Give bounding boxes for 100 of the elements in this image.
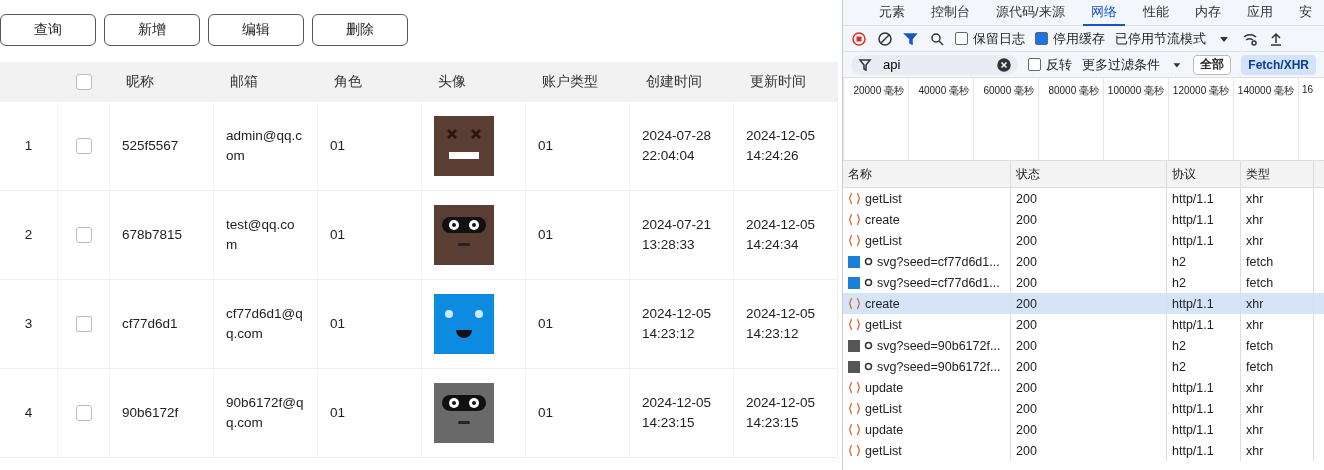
gear-icon <box>864 278 873 287</box>
timeline-label: 140000 毫秒 <box>1233 78 1298 160</box>
column-header: 创建时间 <box>630 62 734 102</box>
devtools-tab[interactable]: 安 <box>1290 0 1320 26</box>
throttling-dropdown[interactable]: 已停用节流模式 <box>1115 29 1206 48</box>
request-protocol: http/1.1 <box>1172 317 1214 332</box>
row-checkbox[interactable] <box>75 138 92 154</box>
request-status: 200 <box>1016 254 1037 269</box>
request-status: 200 <box>1016 233 1037 248</box>
request-name[interactable]: svg?seed=cf77d6d1... <box>877 275 1000 290</box>
avatar-icon <box>434 294 494 354</box>
request-name[interactable]: getList <box>865 317 902 332</box>
request-status: 200 <box>1016 359 1037 374</box>
checkbox[interactable] <box>955 32 968 45</box>
request-row[interactable]: create 200 http/1.1 xhr <box>843 293 1324 314</box>
request-row[interactable]: svg?seed=90b6172f... 200 h2 fetch <box>843 335 1324 356</box>
checkbox[interactable] <box>1035 32 1048 45</box>
request-row[interactable]: svg?seed=cf77d6d1... 200 h2 fetch <box>843 251 1324 272</box>
braces-icon <box>848 318 861 331</box>
request-row[interactable]: create 200 http/1.1 xhr <box>843 209 1324 230</box>
table-cell: 01 <box>318 369 422 458</box>
request-name[interactable]: getList <box>865 401 902 416</box>
request-row[interactable]: getList 200 http/1.1 xhr <box>843 230 1324 251</box>
request-type: xhr <box>1246 317 1264 332</box>
table-cell: 2024-12-05 14:24:26 <box>734 102 838 191</box>
select-all-checkbox[interactable] <box>76 74 92 90</box>
request-row[interactable]: update 200 http/1.1 xhr <box>843 377 1324 398</box>
request-row[interactable]: getList 200 http/1.1 xhr <box>843 188 1324 209</box>
checkbox[interactable] <box>1027 58 1041 71</box>
request-type: xhr <box>1246 380 1264 395</box>
request-name[interactable]: update <box>865 380 904 395</box>
table-cell: 01 <box>318 102 422 191</box>
request-name[interactable]: getList <box>865 443 902 458</box>
row-checkbox[interactable] <box>75 227 92 243</box>
request-name[interactable]: create <box>865 296 900 311</box>
column-header[interactable]: 状态 <box>1011 161 1167 187</box>
type-filter-button[interactable]: Fetch/XHR <box>1241 54 1316 75</box>
request-name[interactable]: update <box>865 422 904 437</box>
row-index: 4 <box>0 369 58 458</box>
column-header[interactable]: 名称 <box>843 161 1011 187</box>
request-type: xhr <box>1246 422 1264 437</box>
timeline-label: 120000 毫秒 <box>1168 78 1233 160</box>
table-cell: 01 <box>526 191 630 280</box>
request-row[interactable]: getList 200 http/1.1 xhr <box>843 440 1324 461</box>
upload-icon[interactable] <box>1268 30 1284 47</box>
devtools-tab[interactable]: 内存 <box>1186 0 1229 26</box>
request-row[interactable]: svg?seed=90b6172f... 200 h2 fetch <box>843 356 1324 377</box>
request-row[interactable]: update 200 http/1.1 xhr <box>843 419 1324 440</box>
request-protocol: http/1.1 <box>1172 422 1214 437</box>
request-status: 200 <box>1016 380 1037 395</box>
table-cell: 01 <box>318 280 422 369</box>
request-row[interactable]: getList 200 http/1.1 xhr <box>843 398 1324 419</box>
request-protocol: h2 <box>1172 254 1186 269</box>
filter-icon[interactable] <box>903 30 919 47</box>
braces-icon <box>848 423 861 436</box>
clear-icon[interactable] <box>995 56 1012 73</box>
table-cell: 01 <box>526 369 630 458</box>
table-cell: 2024-12-05 14:23:15 <box>630 369 734 458</box>
request-status: 200 <box>1016 212 1037 227</box>
request-name[interactable]: create <box>865 212 900 227</box>
request-protocol: http/1.1 <box>1172 212 1214 227</box>
request-name[interactable]: getList <box>865 233 902 248</box>
toolbar-button[interactable]: 删除 <box>312 14 408 46</box>
search-icon[interactable] <box>929 30 945 47</box>
toolbar-button[interactable]: 编辑 <box>208 14 304 46</box>
record-icon[interactable] <box>851 30 867 47</box>
timeline-label: 16 <box>1298 78 1314 160</box>
request-name[interactable]: svg?seed=90b6172f... <box>877 338 1001 353</box>
more-filters-dropdown[interactable]: 更多过滤条件 <box>1081 55 1160 74</box>
table-cell: 2024-07-21 13:28:33 <box>630 191 734 280</box>
request-protocol: h2 <box>1172 359 1186 374</box>
request-status: 200 <box>1016 401 1037 416</box>
devtools-tab[interactable]: 元素 <box>871 0 913 26</box>
toolbar-button[interactable]: 新增 <box>104 14 200 46</box>
table-cell: 90b6172f <box>110 369 214 458</box>
request-name[interactable]: getList <box>865 191 902 206</box>
filter-field[interactable]: api <box>851 54 1018 75</box>
table-cell: 90b6172f@qq.com <box>214 369 318 458</box>
column-header[interactable]: 类型 <box>1241 161 1314 187</box>
filter-icon[interactable] <box>857 56 873 73</box>
request-row[interactable]: getList 200 http/1.1 xhr <box>843 314 1324 335</box>
filter-input[interactable]: api <box>881 56 988 73</box>
type-filter-button[interactable]: 全部 <box>1193 54 1232 75</box>
devtools-tab[interactable]: 源代码/来源 <box>988 0 1073 26</box>
avatar-icon <box>434 116 494 176</box>
column-header: 邮箱 <box>214 62 318 102</box>
column-header[interactable]: 协议 <box>1167 161 1241 187</box>
braces-icon <box>848 444 861 457</box>
row-checkbox[interactable] <box>75 316 92 332</box>
devtools-tab[interactable]: 性能 <box>1134 0 1177 26</box>
request-protocol: http/1.1 <box>1172 296 1214 311</box>
request-type: fetch <box>1246 254 1274 269</box>
request-name[interactable]: svg?seed=90b6172f... <box>877 359 1001 374</box>
request-name[interactable]: svg?seed=cf77d6d1... <box>877 254 1000 269</box>
clear-icon[interactable] <box>877 30 893 47</box>
devtools-tab[interactable]: 应用 <box>1238 0 1281 26</box>
devtools-tab[interactable]: 控制台 <box>923 0 978 26</box>
checkbox-label: 反转 <box>1045 55 1072 74</box>
toolbar-button[interactable]: 查询 <box>0 14 96 46</box>
row-checkbox[interactable] <box>75 405 92 421</box>
